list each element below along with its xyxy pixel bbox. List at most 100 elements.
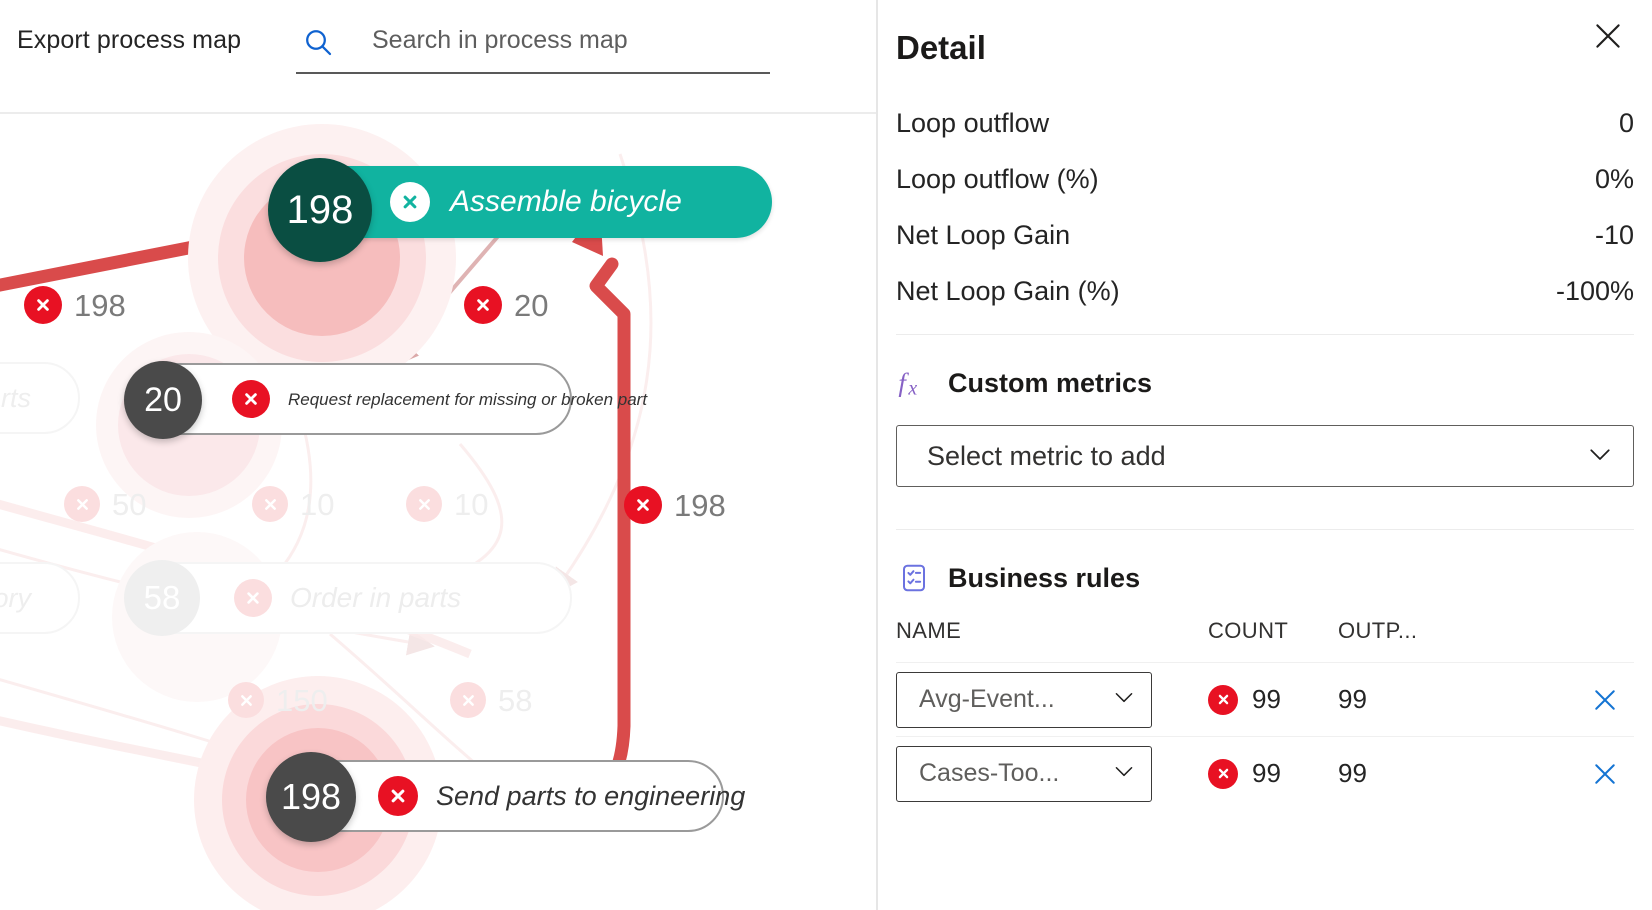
map-toolbar: Export process map [0,0,876,114]
x-circle-icon [232,380,270,418]
rule-name-select[interactable]: Cases-Too... [896,745,1152,802]
rule-output-cell: 99 [1338,684,1367,714]
x-circle-icon [624,486,662,524]
x-circle-icon [252,486,288,522]
metric-label: Loop outflow (%) [896,164,1099,194]
table-header-row: NAME COUNT OUTP... [896,618,1634,662]
rule-actions-cell [1538,685,1634,715]
edge-label-198-right: 198 [624,486,726,524]
metric-label: Net Loop Gain (%) [896,276,1120,306]
metric-label: Net Loop Gain [896,220,1071,250]
checklist-icon [896,560,932,596]
detail-header: Detail [878,0,1652,96]
edge-label-value: 50 [112,486,147,522]
metric-value: -10 [1594,220,1634,250]
app-root: Export process map Search in process map… [0,0,1652,910]
edge-label-150: 150 [228,682,328,718]
metric-row: Loop outflow (%) 0% [896,152,1634,208]
metric-row: Net Loop Gain -10 [896,208,1634,264]
metric-value: -100% [1555,276,1634,306]
rule-name-cell: Avg-Event... [896,671,1208,728]
remove-rule-button[interactable] [1590,759,1620,789]
edge-label-value: 198 [74,287,126,323]
x-circle-icon [234,579,272,617]
rule-count-cell: 99 [1208,758,1338,789]
edge-label-50: 50 [64,486,146,522]
edge-label-198-left: 198 [24,286,126,324]
metric-value: 0% [1594,164,1634,194]
status-badge [1208,758,1238,789]
node-label: Request replacement for missing or broke… [288,389,648,409]
edge-label-10-a: 10 [252,486,334,522]
rule-name-select[interactable]: Avg-Event... [896,671,1152,728]
edge-label-58: 58 [450,682,532,718]
svg-text:x: x [907,377,917,399]
x-circle-icon [406,486,442,522]
edge-label-value: 150 [276,682,328,718]
search-field-wrapper[interactable] [296,12,770,74]
x-circle-icon [24,286,62,324]
section-title: Custom metrics [948,367,1153,398]
rule-actions-cell [1538,759,1634,789]
edge-label-10-b: 10 [406,486,488,522]
business-rules-table: NAME COUNT OUTP... Avg-Event... 99 99 Ca… [896,596,1634,810]
metric-row: Loop outflow 0 [896,96,1634,152]
rule-count-cell: 99 [1208,684,1338,715]
node-label: Send parts to engineering [436,780,746,811]
node-count-badge: 198 [268,158,372,262]
table-row[interactable]: Cases-Too... 99 99 [896,736,1634,810]
node-label: arts [0,382,32,413]
edge-label-value: 198 [674,487,726,523]
rule-name-cell: Cases-Too... [896,745,1208,802]
rule-count-value: 99 [1252,684,1281,714]
rule-output-cell: 99 [1338,758,1367,788]
x-circle-icon [378,776,418,816]
detail-panel: Detail Loop outflow 0 Loop outflow (%) 0… [878,0,1652,910]
metric-row: Net Loop Gain (%) -100% [896,264,1634,320]
status-badge [1208,684,1238,715]
page-title: Detail [896,29,986,66]
remove-rule-button[interactable] [1590,685,1620,715]
node-label: Assemble bicycle [450,185,682,218]
export-process-map-button[interactable]: Export process map [17,26,241,55]
close-icon[interactable] [1586,14,1630,58]
node-count-badge: 20 [124,361,202,439]
chevron-down-icon [1111,684,1137,715]
process-map-canvas[interactable]: arts tory Order in parts [0,114,876,910]
process-map-pane: Export process map Search in process map… [0,0,878,910]
search-icon [296,26,340,58]
edge-label-value: 20 [514,287,549,323]
metric-select-value: Select metric to add [927,440,1166,471]
chevron-down-icon [1111,758,1137,789]
column-header-count: COUNT [1208,618,1289,643]
search-input[interactable] [340,25,740,59]
metrics-list: Loop outflow 0 Loop outflow (%) 0% Net L… [878,96,1652,320]
custom-metrics-header: f x Custom metrics [878,335,1652,401]
rule-name-value: Avg-Event... [919,685,1055,713]
x-circle-icon [390,182,430,222]
metric-value: 0 [1618,108,1634,138]
rule-count-value: 99 [1252,758,1281,788]
edge-label-value: 10 [454,486,489,522]
edge-label-value: 58 [498,682,533,718]
node-count-badge: 198 [266,752,356,842]
node-count-badge: 58 [124,560,200,636]
x-circle-icon [228,682,264,718]
x-circle-icon [464,286,502,324]
column-header-output: OUTP... [1338,618,1418,643]
table-row[interactable]: Avg-Event... 99 99 [896,662,1634,736]
x-circle-icon [450,682,486,718]
metric-select[interactable]: Select metric to add [896,425,1634,487]
node-label: tory [0,582,32,613]
edge-label-value: 10 [300,486,335,522]
section-title: Business rules [948,562,1141,593]
business-rules-header: Business rules [878,530,1652,596]
rule-name-value: Cases-Too... [919,759,1060,787]
column-header-name: NAME [896,618,962,643]
fx-icon: f x [896,365,932,401]
x-circle-icon [64,486,100,522]
metric-label: Loop outflow [896,108,1050,138]
node-label: Order in parts [290,582,462,613]
chevron-down-icon [1585,439,1615,474]
edge-label-20: 20 [464,286,548,324]
